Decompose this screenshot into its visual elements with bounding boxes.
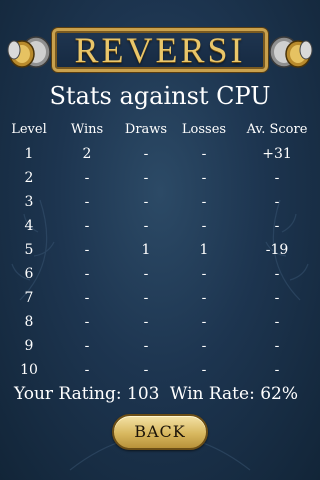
cell-average-score: -: [274, 218, 280, 234]
table-row: 6 - - - -: [0, 262, 320, 286]
cell-level: 10: [20, 362, 38, 378]
cell-losses: -: [201, 218, 207, 234]
app-title: REVERSI: [74, 30, 246, 70]
cell-draws: -: [143, 170, 149, 186]
cell-losses: -: [201, 266, 207, 282]
page-title: Stats against CPU: [49, 82, 271, 110]
cell-level: 6: [24, 266, 34, 282]
cell-losses: -: [201, 362, 207, 378]
table-header-row: Level Wins Draws Losses Av. Score: [0, 118, 320, 142]
cell-wins: -: [84, 266, 90, 282]
cell-level: 9: [24, 338, 34, 354]
cell-wins: -: [84, 170, 90, 186]
header-wins: Wins: [70, 122, 104, 137]
coin-stack-icon: [7, 36, 51, 68]
cell-average-score: -: [274, 338, 280, 354]
cell-level: 7: [24, 290, 34, 306]
cell-level: 4: [24, 218, 34, 234]
cell-draws: -: [143, 146, 149, 162]
cell-losses: -: [201, 314, 207, 330]
table-row: 2 - - - -: [0, 166, 320, 190]
cell-losses: 1: [199, 242, 209, 258]
table-row: 1 2 - - +31: [0, 142, 320, 166]
cell-draws: -: [143, 290, 149, 306]
header-level: Level: [11, 122, 47, 137]
cell-level: 1: [24, 146, 34, 162]
table-row: 7 - - - -: [0, 286, 320, 310]
cell-draws: -: [143, 218, 149, 234]
cell-draws: -: [143, 362, 149, 378]
cell-average-score: -: [274, 290, 280, 306]
table-row: 4 - - - -: [0, 214, 320, 238]
cell-losses: -: [201, 146, 207, 162]
cell-draws: 1: [141, 242, 151, 258]
cell-losses: -: [201, 170, 207, 186]
cell-wins: -: [84, 242, 90, 258]
cell-average-score: -: [274, 170, 280, 186]
cell-level: 3: [24, 194, 34, 210]
title-banner: REVERSI: [6, 24, 314, 76]
cell-wins: -: [84, 194, 90, 210]
stats-table: Level Wins Draws Losses Av. Score 1 2 - …: [0, 118, 320, 382]
cell-level: 2: [24, 170, 34, 186]
cell-average-score: -19: [265, 242, 289, 258]
table-row: 9 - - - -: [0, 334, 320, 358]
back-button[interactable]: BACK: [112, 414, 208, 450]
cell-average-score: -: [274, 266, 280, 282]
header-average-score: Av. Score: [246, 122, 308, 137]
cell-wins: 2: [82, 146, 92, 162]
cell-average-score: -: [274, 194, 280, 210]
cell-wins: -: [84, 338, 90, 354]
cell-draws: -: [143, 338, 149, 354]
win-rate: Win Rate: 62%: [169, 384, 298, 404]
cell-wins: -: [84, 362, 90, 378]
table-row: 8 - - - -: [0, 310, 320, 334]
stats-screen: REVERSI Stats against CPU Level Wins Dra…: [0, 0, 320, 480]
header-losses: Losses: [181, 122, 227, 137]
cell-losses: -: [201, 290, 207, 306]
cell-draws: -: [143, 194, 149, 210]
header-draws: Draws: [124, 122, 168, 137]
cell-losses: -: [201, 194, 207, 210]
cell-average-score: -: [274, 314, 280, 330]
coin-stack-icon: [269, 36, 313, 68]
cell-level: 8: [24, 314, 34, 330]
cell-draws: -: [143, 314, 149, 330]
cell-losses: -: [201, 338, 207, 354]
table-row: 5 - 1 1 -19: [0, 238, 320, 262]
cell-wins: -: [84, 218, 90, 234]
table-row: 3 - - - -: [0, 190, 320, 214]
cell-draws: -: [143, 266, 149, 282]
cell-average-score: -: [274, 362, 280, 378]
player-rating: Your Rating: 103: [14, 384, 160, 404]
cell-wins: -: [84, 314, 90, 330]
cell-level: 5: [24, 242, 34, 258]
cell-wins: -: [84, 290, 90, 306]
table-row: 10 - - - -: [0, 358, 320, 382]
cell-average-score: +31: [262, 146, 292, 162]
